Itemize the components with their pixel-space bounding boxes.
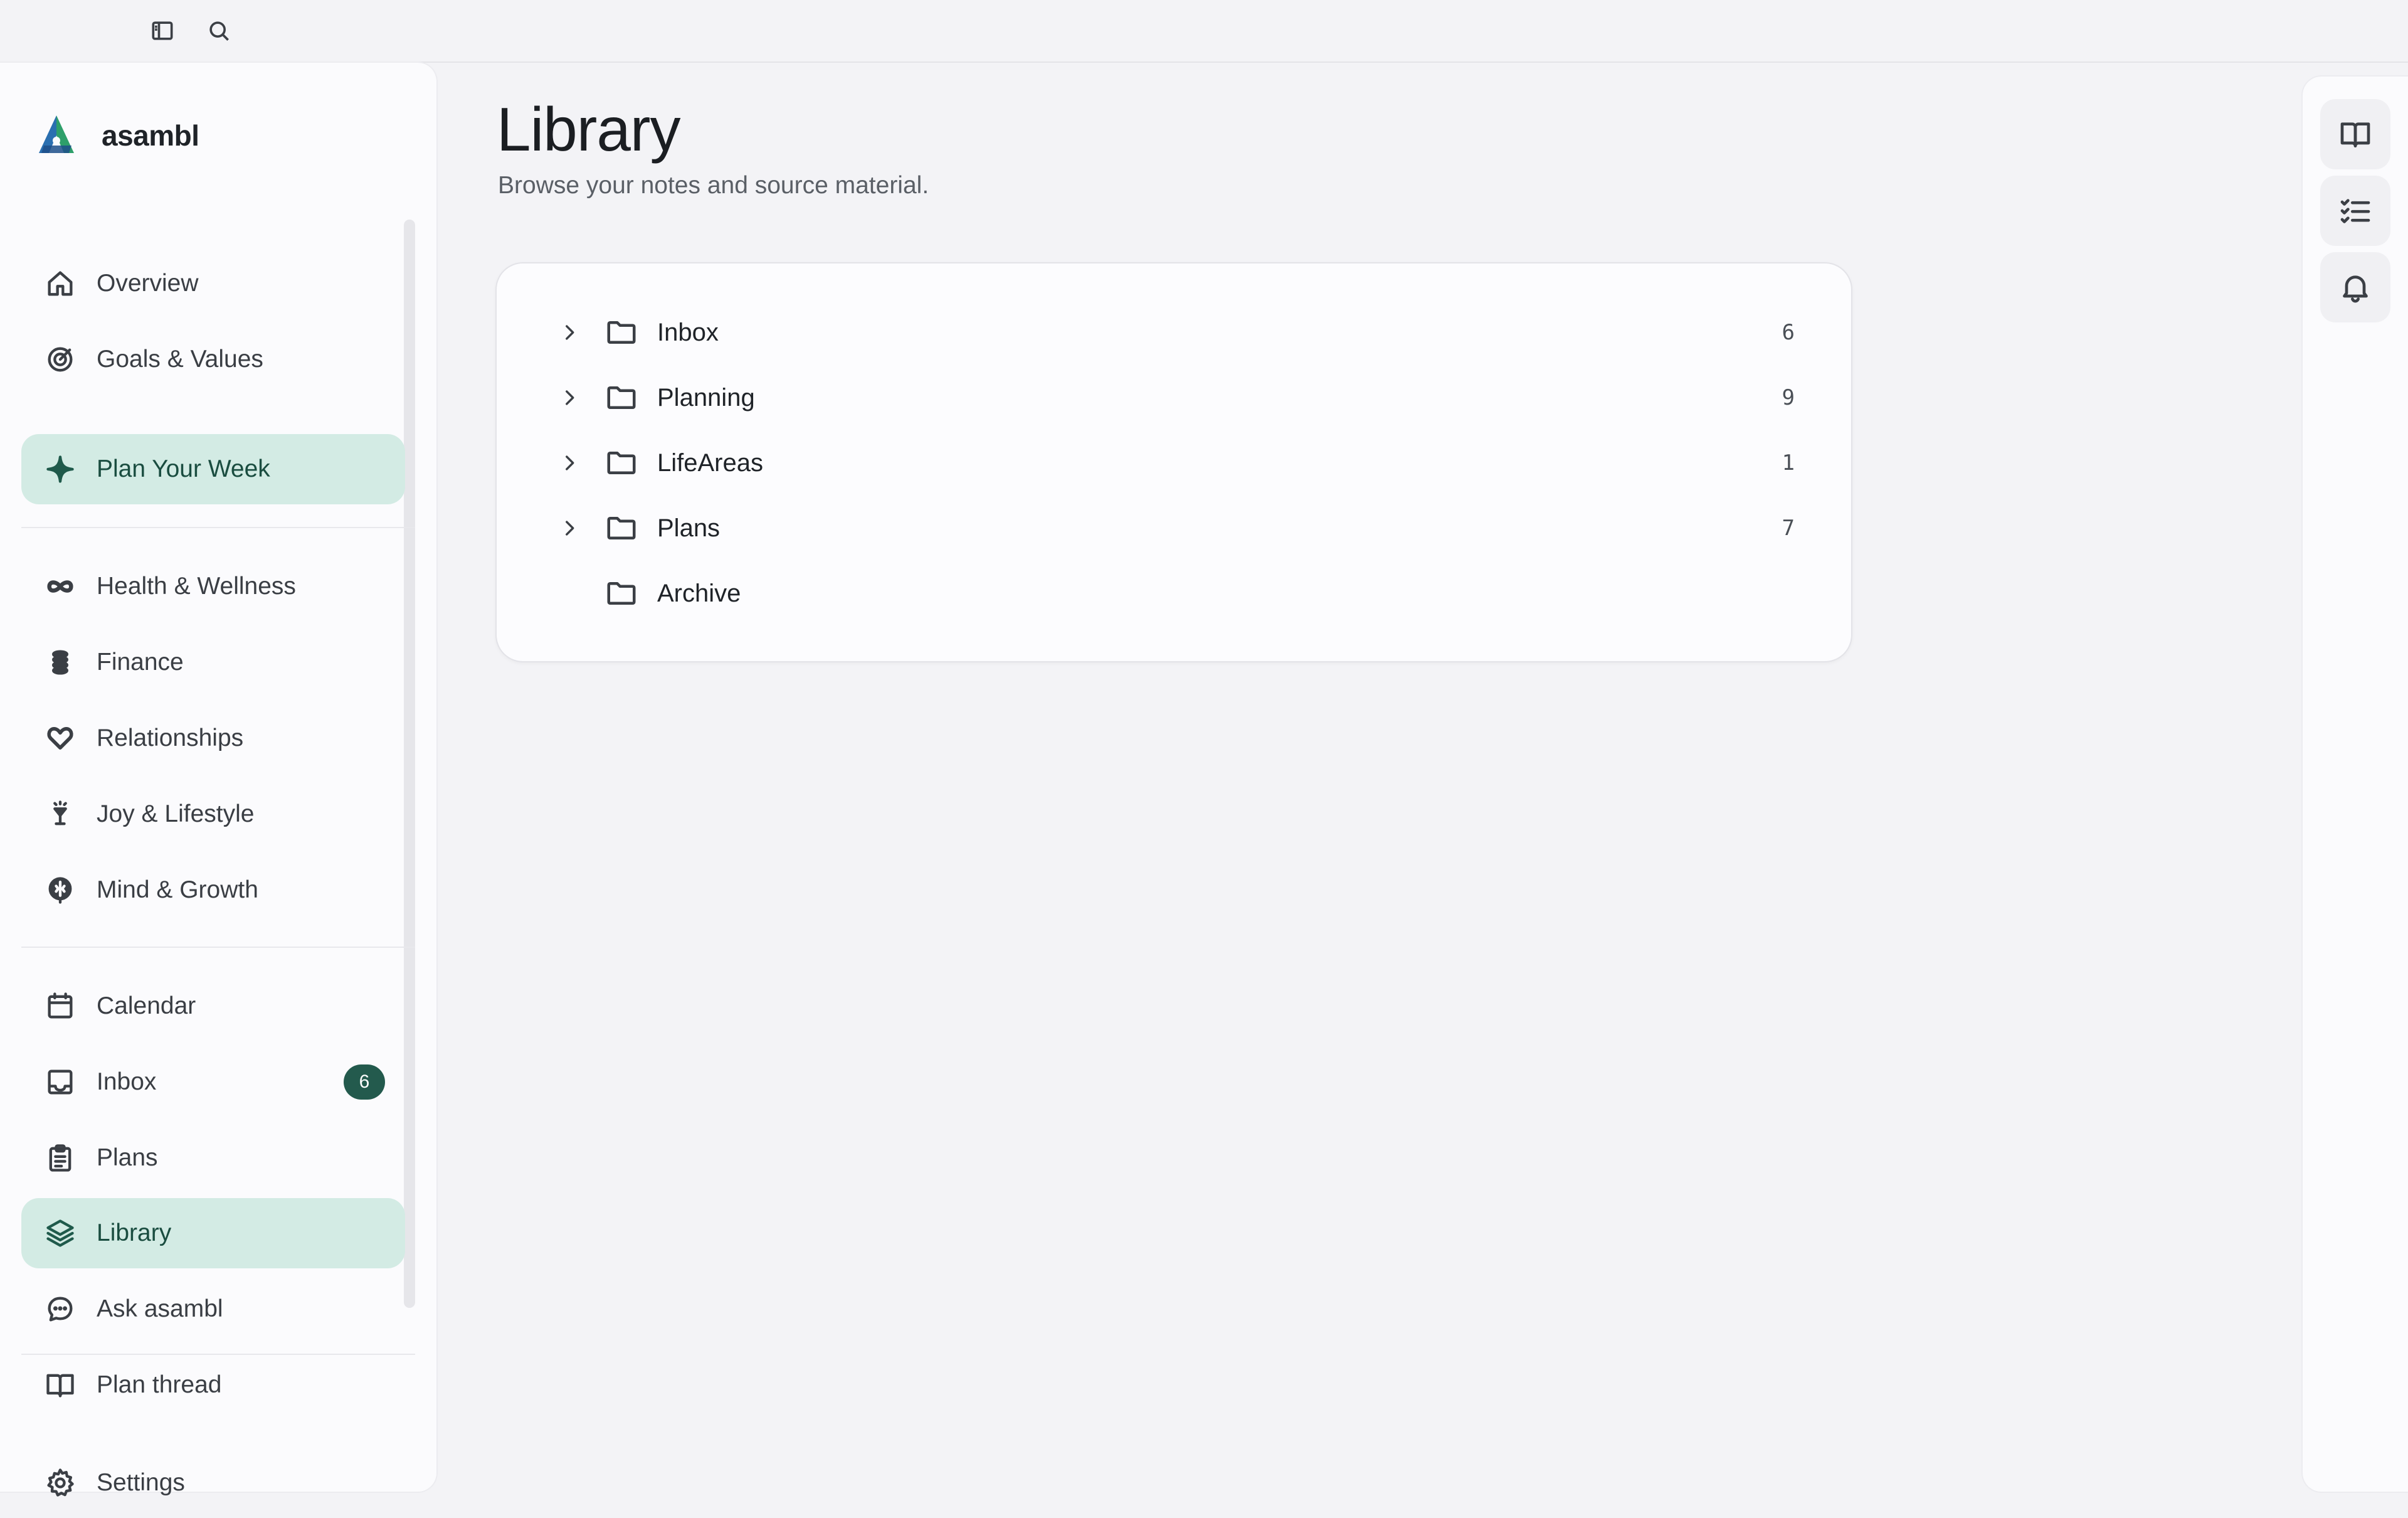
sparkle-icon [41,450,79,488]
asambl-logo-icon [39,115,74,153]
folder-count: 1 [1782,450,1795,475]
sidebar-item-label: Overview [97,270,199,297]
sidebar-item-plan-thread[interactable]: Plan thread [21,1350,405,1420]
sidebar-item-library[interactable]: Library [21,1198,405,1268]
sidebar-item-label: Calendar [97,992,196,1019]
sidebar-item-label: Health & Wellness [97,573,296,600]
inbox-count-badge: 6 [344,1064,385,1100]
chevron-right-icon[interactable] [557,450,582,475]
sidebar-item-label: Plan thread [97,1371,222,1398]
sidebar-item-label: Library [97,1219,172,1246]
brain-icon [41,871,79,909]
search-icon[interactable] [203,15,235,46]
book-open-icon [2340,122,2370,148]
folder-count: 9 [1782,385,1795,410]
page-title: Library [497,95,681,164]
sidebar-item-label: Plans [97,1144,158,1171]
folder-icon [605,316,638,349]
infinity-icon [41,568,79,605]
calendar-icon [41,987,79,1025]
sidebar-item-ask-asambl[interactable]: Ask asambl [21,1274,405,1344]
sidebar: asambl Overview Goals & Values Plan Your… [0,63,436,1497]
bell-icon [2343,275,2368,303]
folder-name: Inbox [657,318,719,346]
top-bar [0,0,2408,63]
folder-icon [605,446,638,480]
glass-icon [41,795,79,833]
sidebar-item-label: Relationships [97,724,244,751]
gear-icon [41,1464,79,1502]
layers-icon [41,1214,79,1252]
sidebar-item-goals-values[interactable]: Goals & Values [21,324,405,395]
brand-name: asambl [102,119,199,152]
folder-name: Planning [657,383,755,411]
sidebar-item-finance[interactable]: Finance [21,627,405,698]
sidebar-item-label: Mind & Growth [97,876,258,903]
sidebar-item-health-wellness[interactable]: Health & Wellness [21,551,405,622]
folder-name: Plans [657,514,721,542]
chevron-right-icon[interactable] [557,385,582,410]
folder-count: 6 [1782,320,1795,345]
sidebar-divider [21,527,415,528]
heart-icon [41,719,79,757]
folder-row-planning[interactable]: Planning 9 [497,365,1851,430]
sidebar-item-label: Ask asambl [97,1295,223,1322]
sidebar-item-plans[interactable]: Plans [21,1123,405,1193]
book-icon [41,1366,79,1404]
sidebar-item-settings[interactable]: Settings [21,1448,405,1518]
folder-row-plans[interactable]: Plans 7 [497,496,1851,561]
checklist-icon [2340,199,2370,223]
sidebar-item-plan-your-week[interactable]: Plan Your Week [21,434,405,504]
sidebar-item-relationships[interactable]: Relationships [21,703,405,773]
clipboard-icon [41,1139,79,1177]
sidebar-item-calendar[interactable]: Calendar [21,971,405,1041]
sidebar-item-inbox[interactable]: Inbox 6 [21,1047,405,1117]
page-subtitle: Browse your notes and source material. [498,172,929,199]
sidebar-toggle-icon[interactable] [147,15,178,46]
open-book-button[interactable] [2320,99,2390,169]
sidebar-item-label: Finance [97,649,184,676]
sidebar-item-label: Joy & Lifestyle [97,800,255,827]
sidebar-item-label: Goals & Values [97,346,263,373]
brand[interactable]: asambl [31,110,199,161]
folder-row-inbox[interactable]: Inbox 6 [497,300,1851,365]
notifications-button[interactable] [2320,252,2390,322]
chat-icon [41,1290,79,1328]
library-folder-list: Inbox 6 Planning 9 LifeAreas 1 Plans 7 A… [495,262,1852,662]
sidebar-item-overview[interactable]: Overview [21,248,405,319]
tasks-button[interactable] [2320,176,2390,246]
chevron-right-icon[interactable] [557,516,582,541]
folder-row-archive[interactable]: Archive [497,561,1851,626]
folder-icon [605,381,638,415]
sidebar-divider [21,947,415,948]
folder-name: Archive [657,579,741,607]
folder-row-lifeareas[interactable]: LifeAreas 1 [497,430,1851,496]
sidebar-item-label: Settings [97,1469,185,1496]
sidebar-item-mind-growth[interactable]: Mind & Growth [21,855,405,925]
sidebar-divider [21,1354,415,1355]
coins-icon [41,644,79,681]
sidebar-item-label: Plan Your Week [97,455,270,482]
inbox-icon [41,1063,79,1101]
folder-icon [605,576,638,610]
right-rail [2303,77,2408,1492]
chevron-right-icon[interactable] [557,320,582,345]
target-icon [41,341,79,378]
sidebar-item-label: Inbox [97,1068,157,1095]
sidebar-item-joy-lifestyle[interactable]: Joy & Lifestyle [21,779,405,849]
folder-name: LifeAreas [657,449,763,477]
home-icon [41,265,79,302]
folder-count: 7 [1782,516,1795,541]
folder-icon [605,511,638,545]
sidebar-scrollbar[interactable] [404,220,415,1308]
